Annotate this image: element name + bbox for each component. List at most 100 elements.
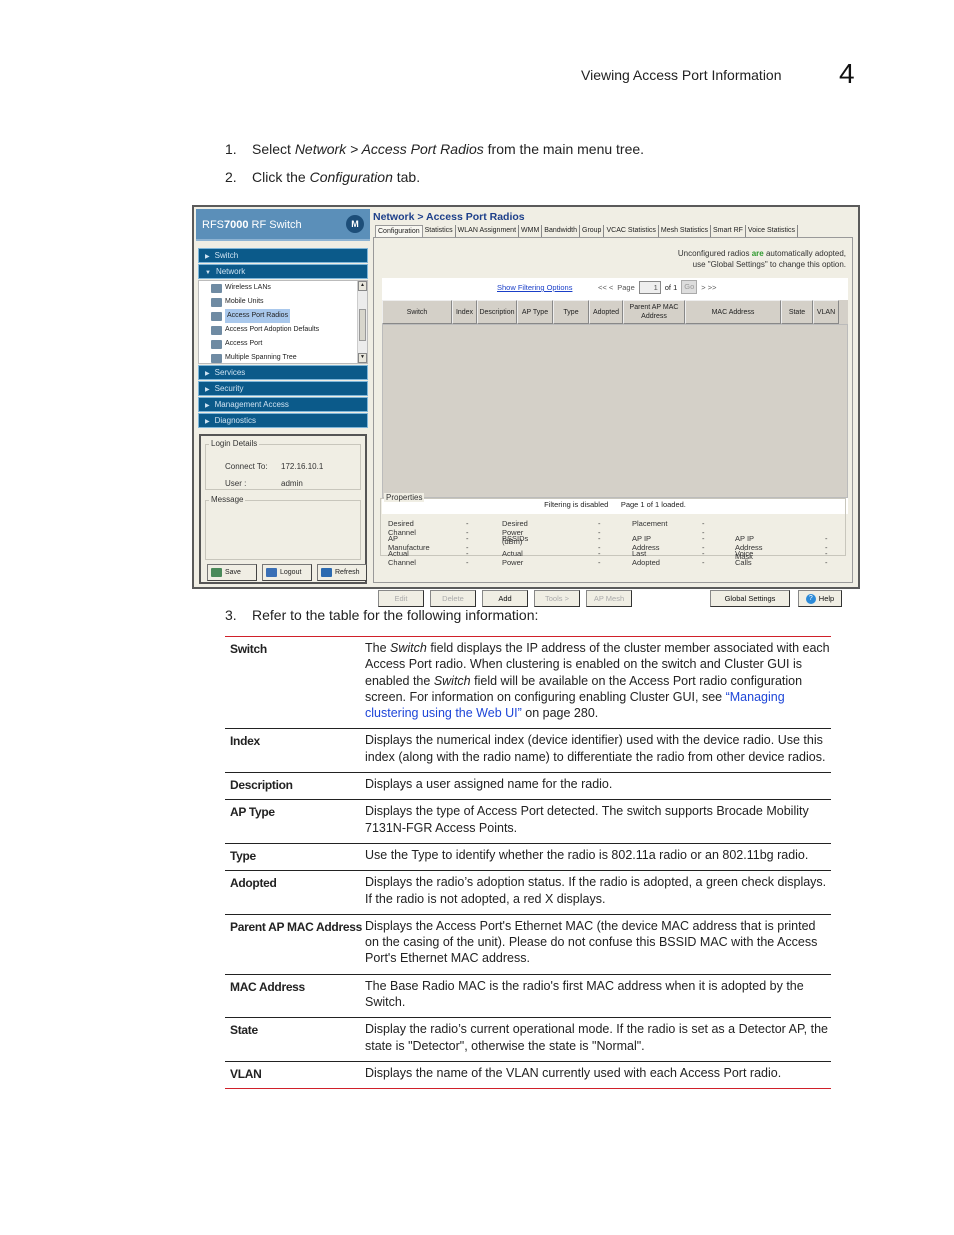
sidebar: RFS7000 RF Switch M ▶ Switch ▼ Network Wir…	[196, 209, 370, 587]
save-label: Save	[225, 569, 241, 576]
text-run: Displays the radio’s adoption status. If…	[365, 875, 827, 906]
field-name: Index	[230, 734, 260, 749]
table-row: AP Type Displays the type of Access Port …	[225, 800, 831, 844]
tree-item-label: Mobile Units	[225, 298, 264, 305]
tools-button[interactable]: Tools >	[534, 590, 580, 607]
refresh-button[interactable]: Refresh	[317, 564, 367, 581]
text-run: The Base Radio MAC is the radio's first …	[365, 978, 804, 1010]
field-name: Switch	[230, 642, 267, 656]
tree-item-wireless-lans[interactable]: Wireless LANs	[199, 281, 367, 295]
tree-item-access-port-adoption-defaults[interactable]: Access Port Adoption Defaults	[199, 323, 367, 337]
pager-prev[interactable]: << <	[598, 283, 613, 292]
text-run: Use the Type to identify whether the rad…	[365, 847, 809, 862]
logout-button[interactable]: Logout	[262, 564, 312, 581]
field-description: Display the radio’s current operational …	[365, 1021, 831, 1054]
tree-node-icon	[211, 297, 222, 307]
tree-item-access-port-radios[interactable]: Access Port Radios	[199, 309, 367, 323]
column-header-index[interactable]: Index	[452, 300, 477, 324]
nav-security[interactable]: ▶ Security	[198, 381, 368, 396]
table-row: Index Displays the numerical index (devic…	[225, 729, 831, 774]
column-header-switch[interactable]: Switch	[382, 300, 452, 324]
brand-bar: RFS7000 RF Switch M	[196, 209, 370, 241]
field-name: Adopted	[230, 876, 277, 891]
table-row: Adopted Displays the radio’s adoption sta…	[225, 871, 831, 915]
column-header-description[interactable]: Description	[477, 300, 517, 324]
text-run: Display the radio’s current operational …	[365, 1022, 828, 1053]
rf-switch-app-screenshot: RFS7000 RF Switch M ▶ Switch ▼ Network Wir…	[192, 205, 860, 607]
tree-item-multiple-spanning-tree[interactable]: Multiple Spanning Tree	[199, 351, 367, 365]
emphasis-text: Switch	[390, 641, 427, 655]
field-description: Displays the radio’s adoption status. If…	[365, 874, 831, 907]
text-run: from the main menu tree.	[483, 141, 645, 157]
scroll-thumb[interactable]	[359, 309, 366, 341]
column-header-vlan[interactable]: VLAN	[813, 300, 839, 324]
property-value: --	[702, 549, 705, 567]
scroll-down-icon[interactable]: ▼	[358, 353, 367, 363]
pager-next[interactable]: > >>	[701, 283, 716, 292]
table-row: Parent AP MAC Address Displays the Access…	[225, 915, 831, 975]
field-description: Displays the type of Access Port detecte…	[365, 803, 831, 836]
global-settings-button[interactable]: Global Settings	[710, 590, 790, 607]
field-reference-table: Switch The Switch field displays the IP a…	[225, 636, 831, 1090]
nav-diagnostics[interactable]: ▶ Diagnostics	[198, 413, 368, 428]
text-run: Displays the numerical index (device ide…	[365, 733, 826, 764]
radios-grid: Show Filtering Options << < Page 1 of 1 …	[382, 278, 848, 514]
logout-icon	[266, 567, 277, 577]
save-button[interactable]: Save	[207, 564, 257, 581]
column-header-parent-ap-mac-address[interactable]: Parent AP MAC Address	[623, 300, 685, 324]
delete-button[interactable]: Delete	[430, 590, 476, 607]
motorola-logo-icon: M	[346, 215, 364, 233]
login-panel: Login Details Connect To: 172.16.10.1 Us…	[199, 434, 367, 584]
brand-suffix: RF Switch	[248, 219, 302, 231]
field-name: Parent AP MAC Address	[230, 919, 362, 934]
go-button[interactable]: Go	[681, 280, 698, 294]
chevron-right-icon: ▶	[205, 403, 210, 409]
nav-switch[interactable]: ▶ Switch	[198, 248, 368, 263]
column-header-type[interactable]: Type	[553, 300, 589, 324]
ap-mesh-button[interactable]: AP Mesh	[586, 590, 632, 607]
tree-item-access-port[interactable]: Access Port	[199, 337, 367, 351]
page-title: Network > Access Port Radios	[373, 211, 525, 223]
tree-item-label: Access Port Adoption Defaults	[225, 326, 320, 333]
field-name: State	[230, 1023, 258, 1038]
step-2: 2. Click the Configuration tab.	[225, 163, 644, 191]
properties-group: Properties	[380, 493, 846, 556]
text-run: Displays the type of Access Port detecte…	[365, 804, 809, 835]
page-number-input[interactable]: 1	[638, 280, 661, 294]
tree-item-label: Access Port	[225, 340, 263, 347]
grid-body	[382, 324, 848, 498]
grid-header: Switch Index Description AP Type Type Adopted…	[382, 300, 848, 324]
scroll-up-icon[interactable]: ▲	[358, 281, 367, 291]
text-run: tab.	[392, 169, 421, 185]
column-header-ap-type[interactable]: AP Type	[517, 300, 553, 324]
save-icon	[211, 567, 222, 577]
column-header-adopted[interactable]: Adopted	[589, 300, 623, 324]
text-run: Click the	[252, 169, 310, 185]
notice-text-b: automatically adopted,	[763, 249, 846, 258]
filter-row: Show Filtering Options << < Page 1 of 1 …	[382, 278, 848, 298]
field-name: Description	[230, 778, 293, 793]
nav-network[interactable]: ▼ Network	[198, 264, 368, 279]
tree-node-icon	[211, 353, 222, 363]
field-name: VLAN	[230, 1066, 262, 1081]
step-text: Select Network > Access Port Radios from…	[252, 135, 644, 163]
nav-management-access[interactable]: ▶ Management Access	[198, 397, 368, 412]
add-button[interactable]: Add	[482, 590, 528, 607]
column-header-mac-address[interactable]: MAC Address	[685, 300, 781, 324]
text-run: Displays the name of the VLAN currently …	[365, 1065, 782, 1080]
help-button[interactable]: ? Help	[798, 590, 842, 607]
refresh-icon	[321, 567, 332, 577]
show-filtering-options-link[interactable]: Show Filtering Options	[497, 283, 572, 292]
column-header-state[interactable]: State	[781, 300, 813, 324]
pager-of-label: of 1	[664, 282, 678, 292]
brand-prefix: RFS	[202, 219, 224, 231]
configuration-content: Unconfigured radios are automatically ad…	[373, 237, 853, 607]
text-run: on page 280.	[521, 706, 599, 721]
nav-network-label: Network	[215, 267, 246, 276]
edit-button[interactable]: Edit	[378, 590, 424, 607]
tree-item-mobile-units[interactable]: Mobile Units	[199, 295, 367, 309]
tree-scrollbar[interactable]: ▲ ▼	[357, 281, 367, 363]
nav-services-label: Services	[214, 368, 246, 377]
nav-services[interactable]: ▶ Services	[198, 365, 368, 380]
field-description: Displays the numerical index (device ide…	[365, 732, 831, 765]
